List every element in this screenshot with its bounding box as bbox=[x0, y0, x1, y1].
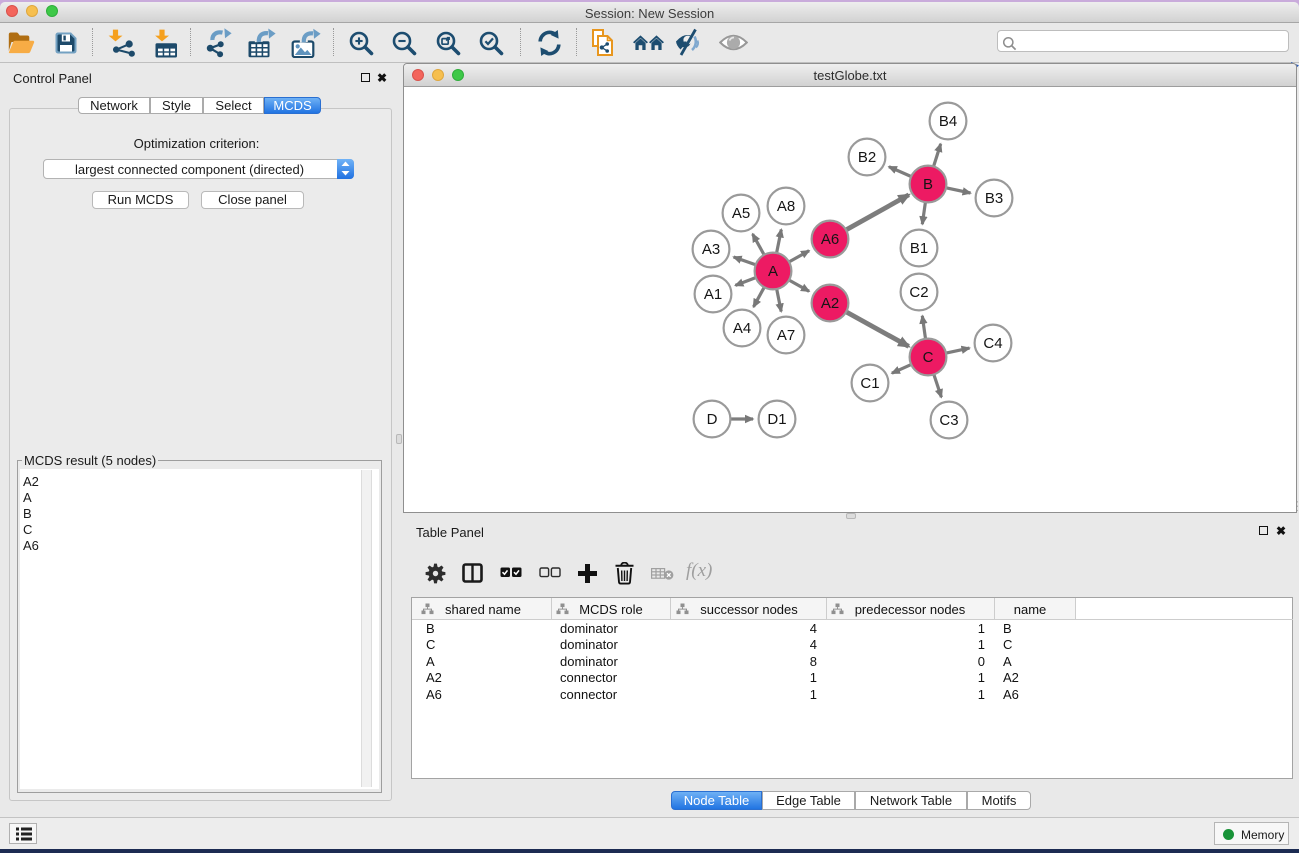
svg-text:A4: A4 bbox=[733, 320, 751, 337]
svg-text:A1: A1 bbox=[704, 286, 722, 303]
svg-text:C3: C3 bbox=[939, 412, 958, 429]
svg-text:A7: A7 bbox=[777, 327, 795, 344]
svg-text:C2: C2 bbox=[909, 284, 928, 301]
svg-text:C1: C1 bbox=[860, 375, 879, 392]
svg-text:A2: A2 bbox=[821, 295, 839, 312]
svg-text:A8: A8 bbox=[777, 198, 795, 215]
svg-text:B2: B2 bbox=[858, 149, 876, 166]
svg-text:A5: A5 bbox=[732, 205, 750, 222]
svg-text:A3: A3 bbox=[702, 241, 720, 258]
svg-text:B4: B4 bbox=[939, 113, 957, 130]
svg-text:B1: B1 bbox=[910, 240, 928, 257]
svg-text:A6: A6 bbox=[821, 231, 839, 248]
svg-text:B3: B3 bbox=[985, 190, 1003, 207]
svg-text:C4: C4 bbox=[983, 335, 1002, 352]
svg-text:B: B bbox=[923, 176, 933, 193]
svg-text:C: C bbox=[923, 349, 934, 366]
svg-text:D1: D1 bbox=[767, 411, 786, 428]
svg-text:D: D bbox=[707, 411, 718, 428]
svg-text:A: A bbox=[768, 263, 778, 280]
